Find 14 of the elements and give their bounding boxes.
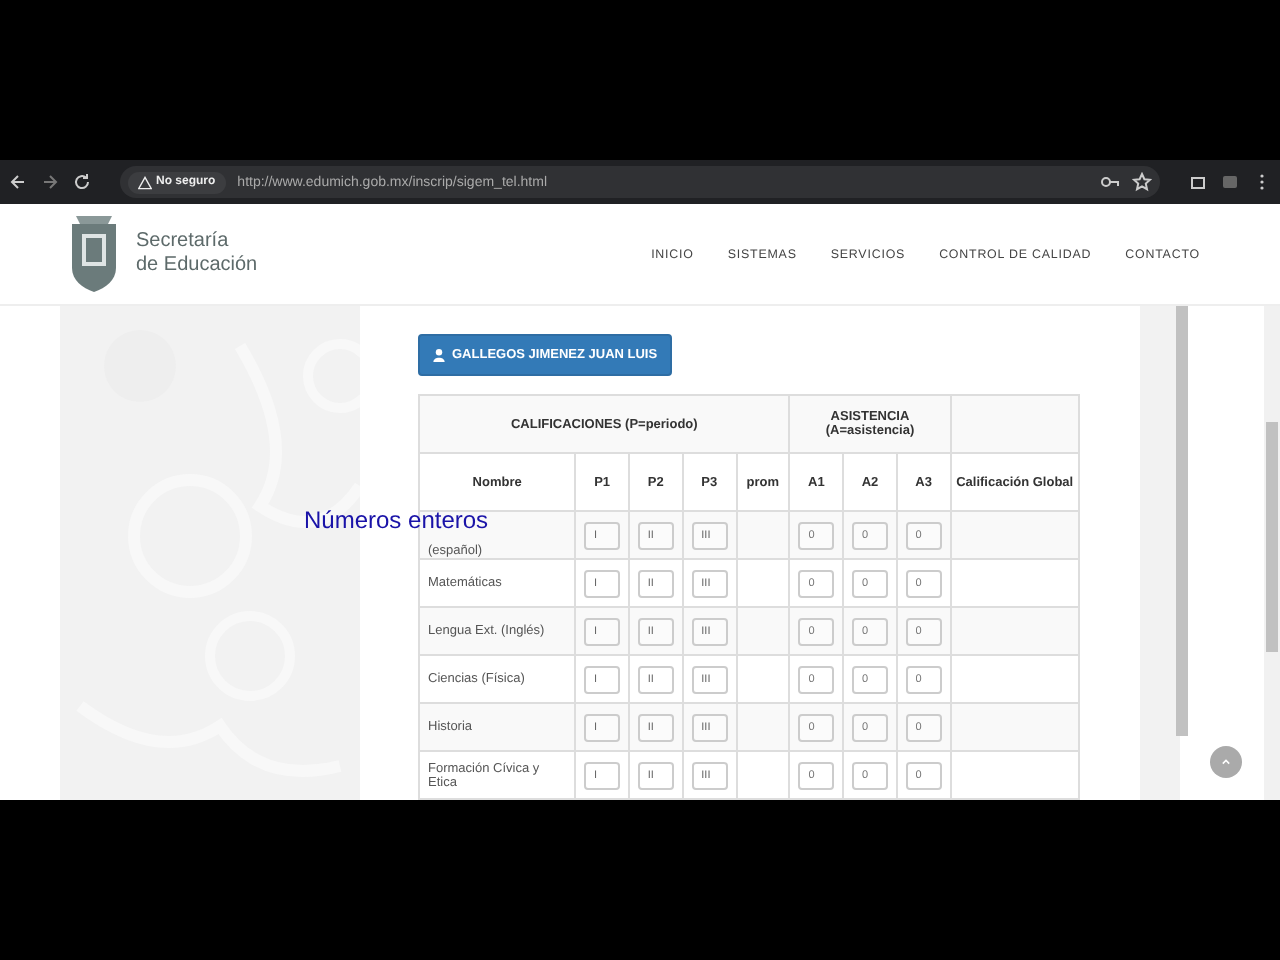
- scrollbar[interactable]: [1176, 306, 1188, 736]
- reload-icon[interactable]: [72, 172, 92, 192]
- scrollbar[interactable]: [1266, 422, 1278, 652]
- chevron-up-icon: [1218, 754, 1234, 770]
- site-title: Secretaría: [136, 230, 231, 254]
- overlay-caption: Números enteros: [304, 506, 489, 534]
- warning-icon: [138, 175, 152, 189]
- site-subtitle: de Educación: [136, 254, 258, 278]
- user-icon: [432, 348, 446, 362]
- forward-icon[interactable]: [40, 172, 60, 192]
- star-icon[interactable]: [1132, 172, 1152, 192]
- back-icon[interactable]: [8, 172, 28, 192]
- profile-icon[interactable]: [1220, 172, 1240, 192]
- key-icon[interactable]: [1100, 172, 1120, 192]
